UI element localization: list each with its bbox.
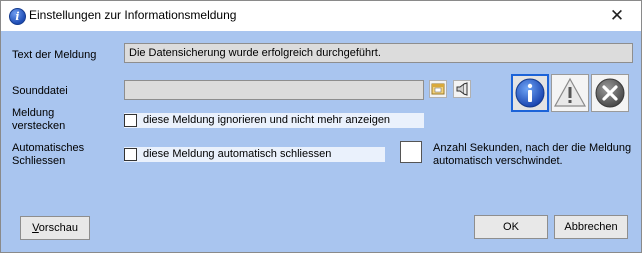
hide-label-line2: verstecken: [12, 120, 66, 132]
cancel-button[interactable]: Abbrechen: [554, 215, 628, 239]
browse-folder-button[interactable]: [429, 80, 447, 98]
sound-file-field[interactable]: [124, 80, 424, 100]
folder-icon: [431, 83, 445, 95]
window-title: Einstellungen zur Informationsmeldung: [29, 8, 237, 22]
auto-close-checkbox[interactable]: [124, 148, 137, 161]
icon-option-warning[interactable]: [551, 74, 589, 112]
title-bar: i Einstellungen zur Informationsmeldung …: [1, 1, 641, 31]
icon-option-info[interactable]: [511, 74, 549, 112]
seconds-hint-line2: automatisch verschwindet.: [433, 155, 563, 167]
warning-icon: [553, 77, 587, 107]
hide-checkbox[interactable]: [124, 114, 137, 127]
dialog-window: i Einstellungen zur Informationsmeldung …: [0, 0, 642, 253]
message-field[interactable]: Die Datensicherung wurde erfolgreich dur…: [124, 43, 633, 63]
info-app-icon: i: [9, 8, 26, 25]
hide-checkbox-label: diese Meldung ignorieren und nicht mehr …: [143, 114, 391, 126]
icon-option-error[interactable]: [591, 74, 629, 112]
auto-close-checkbox-row[interactable]: diese Meldung automatisch schliessen: [124, 147, 385, 162]
auto-close-label-line2: Schliessen: [12, 155, 66, 167]
info-icon: [515, 78, 545, 108]
preview-button[interactable]: Vorschau: [20, 216, 90, 240]
seconds-input[interactable]: [400, 141, 422, 163]
speaker-icon: [456, 82, 468, 96]
preview-mnemonic: V: [32, 222, 39, 234]
auto-close-checkbox-label: diese Meldung automatisch schliessen: [143, 148, 332, 160]
seconds-hint-line1: Anzahl Sekunden, nach der die Meldung: [433, 142, 632, 154]
dialog-content: Text der Meldung Die Datensicherung wurd…: [9, 31, 633, 244]
close-button[interactable]: ✕: [599, 3, 635, 29]
hide-label-line1: Meldung: [12, 107, 55, 119]
play-sound-button[interactable]: [453, 80, 471, 98]
preview-button-label: orschau: [38, 222, 78, 234]
message-label: Text der Meldung: [12, 49, 97, 61]
sound-label: Sounddatei: [12, 85, 68, 97]
ok-button[interactable]: OK: [474, 215, 548, 239]
hide-checkbox-row[interactable]: diese Meldung ignorieren und nicht mehr …: [124, 113, 424, 128]
error-icon: [595, 78, 625, 108]
auto-close-label-line1: Automatisches: [12, 142, 85, 154]
